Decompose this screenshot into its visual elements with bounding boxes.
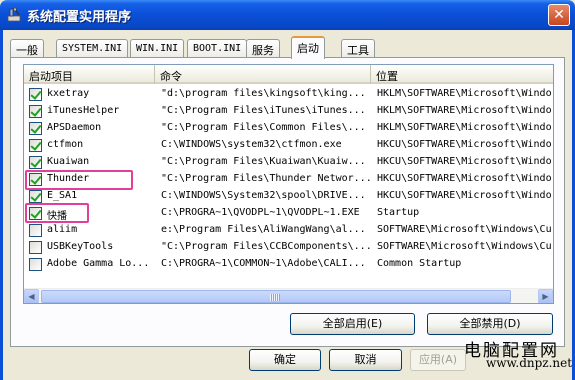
startup-item-location: Startup: [377, 207, 420, 218]
startup-item-command: "C:\Program Files\Thunder Networ...: [161, 173, 372, 184]
startup-item-command: C:\PROGRA~1\COMMON~1\Adobe\CALI...: [161, 258, 366, 269]
enable-all-button[interactable]: 全部启用(E): [290, 313, 415, 335]
list-item[interactable]: iTunesHelper "C:\Program Files\iTunes\iTu…: [24, 103, 553, 120]
watermark-url: www.dnpz.net: [486, 356, 573, 370]
tab-tools[interactable]: 工具: [341, 39, 375, 58]
startup-item-location: HKLM\SOFTWARE\Microsoft\Windo: [377, 105, 552, 116]
arrow-right-icon: ▶: [542, 292, 549, 301]
tab-startup[interactable]: 启动: [291, 36, 325, 59]
startup-item-command: "C:\Program Files\Common Files\...: [161, 122, 366, 133]
startup-item-name: aliim: [47, 224, 78, 235]
list-item[interactable]: kxetray "d:\program files\kingsoft\king..…: [24, 86, 553, 103]
startup-item-command: C:\WINDOWS\system32\ctfmon.exe: [161, 139, 342, 150]
startup-item-command: "C:\Program Files\CCBComponents\...: [161, 241, 372, 252]
startup-item-checkbox[interactable]: [29, 122, 42, 135]
column-header-command[interactable]: 命令: [155, 65, 371, 84]
startup-item-checkbox[interactable]: [29, 190, 42, 203]
list-item[interactable]: APSDaemon "C:\Program Files\Common Files\…: [24, 120, 553, 137]
list-item[interactable]: E_SA1 C:\WINDOWS\System32\spool\DRIVE... H…: [24, 188, 553, 205]
watermark: 电脑配置网 www.dnpz.net: [464, 336, 572, 370]
startup-item-name: USBKeyTools: [47, 241, 114, 252]
close-icon: ✕: [553, 7, 565, 23]
tab-win-ini[interactable]: WIN.INI: [130, 39, 185, 58]
startup-item-command: "C:\Program Files\Kuaiwan\Kuaiw...: [161, 156, 366, 167]
tab-general[interactable]: 一般: [10, 39, 44, 58]
startup-item-checkbox[interactable]: [29, 241, 42, 254]
startup-item-checkbox[interactable]: [29, 139, 42, 152]
startup-item-location: HKCU\SOFTWARE\Microsoft\Windo: [377, 190, 552, 201]
app-icon: [7, 7, 21, 22]
highlight-box-thunder: [25, 170, 133, 190]
startup-item-command: "C:\Program Files\iTunes\iTunes...: [161, 105, 366, 116]
tab-system-ini[interactable]: SYSTEM.INI: [56, 39, 129, 58]
startup-item-name: iTunesHelper: [47, 105, 120, 116]
column-header-location[interactable]: 位置: [371, 65, 553, 84]
startup-item-command: e:\Program Files\AliWangWang\al...: [161, 224, 366, 235]
startup-item-checkbox[interactable]: [29, 105, 42, 118]
window-title: 系统配置实用程序: [27, 10, 132, 25]
startup-item-name: E_SA1: [47, 190, 78, 201]
disable-all-button[interactable]: 全部禁用(D): [427, 313, 553, 335]
scroll-left-button[interactable]: ◀: [24, 289, 39, 303]
list-item[interactable]: 快播 C:\PROGRA~1\QVODPL~1\QVODPL~1.EXE Start…: [24, 205, 553, 222]
grip-icon: [270, 294, 280, 301]
startup-item-location: HKCU\SOFTWARE\Microsoft\Windo: [377, 156, 552, 167]
startup-item-location: SOFTWARE\Microsoft\Windows\Cu: [377, 241, 552, 252]
startup-item-name: APSDaemon: [47, 122, 102, 133]
startup-item-location: HKLM\SOFTWARE\Microsoft\Windo: [377, 88, 552, 99]
startup-item-command: C:\WINDOWS\System32\spool\DRIVE...: [161, 190, 366, 201]
tab-boot-ini[interactable]: BOOT.INI: [187, 39, 248, 58]
list-header: 启动项目 命令 位置: [24, 65, 553, 84]
cancel-button[interactable]: 取消: [329, 349, 402, 371]
close-button[interactable]: ✕: [548, 4, 570, 26]
startup-item-name: ctfmon: [47, 139, 84, 150]
startup-item-checkbox[interactable]: [29, 156, 42, 169]
startup-item-location: Common Startup: [377, 258, 462, 269]
list-item[interactable]: ctfmon C:\WINDOWS\system32\ctfmon.exe HKCU…: [24, 137, 553, 154]
startup-item-checkbox[interactable]: [29, 258, 42, 271]
startup-item-name: Adobe Gamma Lo...: [47, 258, 150, 269]
startup-item-location: HKLM\SOFTWARE\Microsoft\Windo: [377, 122, 552, 133]
startup-item-location: SOFTWARE\Microsoft\Windows\Cu: [377, 224, 552, 235]
startup-item-command: "d:\program files\kingsoft\king...: [161, 88, 366, 99]
startup-item-checkbox[interactable]: [29, 88, 42, 101]
startup-item-name: Kuaiwan: [47, 156, 90, 167]
column-header-item[interactable]: 启动项目: [24, 65, 155, 84]
highlight-box-kuaibo: [25, 203, 89, 223]
list-item[interactable]: Kuaiwan "C:\Program Files\Kuaiwan\Kuaiw..…: [24, 154, 553, 171]
list-item[interactable]: USBKeyTools "C:\Program Files\CCBComponen…: [24, 239, 553, 256]
startup-item-checkbox[interactable]: [29, 224, 42, 237]
window-frame-left: [0, 30, 3, 380]
startup-item-name: kxetray: [47, 88, 90, 99]
ok-button[interactable]: 确定: [249, 349, 321, 371]
arrow-left-icon: ◀: [28, 292, 35, 301]
startup-item-location: HKCU\SOFTWARE\Microsoft\Windo: [377, 139, 552, 150]
list-item[interactable]: Adobe Gamma Lo... C:\PROGRA~1\COMMON~1\Ad…: [24, 256, 553, 273]
startup-item-command: C:\PROGRA~1\QVODPL~1\QVODPL~1.EXE: [161, 207, 360, 218]
startup-item-location: HKCU\SOFTWARE\Microsoft\Windo: [377, 173, 552, 184]
apply-button[interactable]: 应用(A): [410, 349, 466, 371]
scroll-right-button[interactable]: ▶: [538, 289, 553, 303]
list-item[interactable]: aliim e:\Program Files\AliWangWang\al... S…: [24, 222, 553, 239]
scroll-thumb[interactable]: [41, 290, 511, 303]
title-bar[interactable]: 系统配置实用程序 ✕: [0, 0, 575, 30]
horizontal-scrollbar[interactable]: ◀ ▶: [24, 288, 553, 303]
tab-services[interactable]: 服务: [246, 39, 280, 58]
